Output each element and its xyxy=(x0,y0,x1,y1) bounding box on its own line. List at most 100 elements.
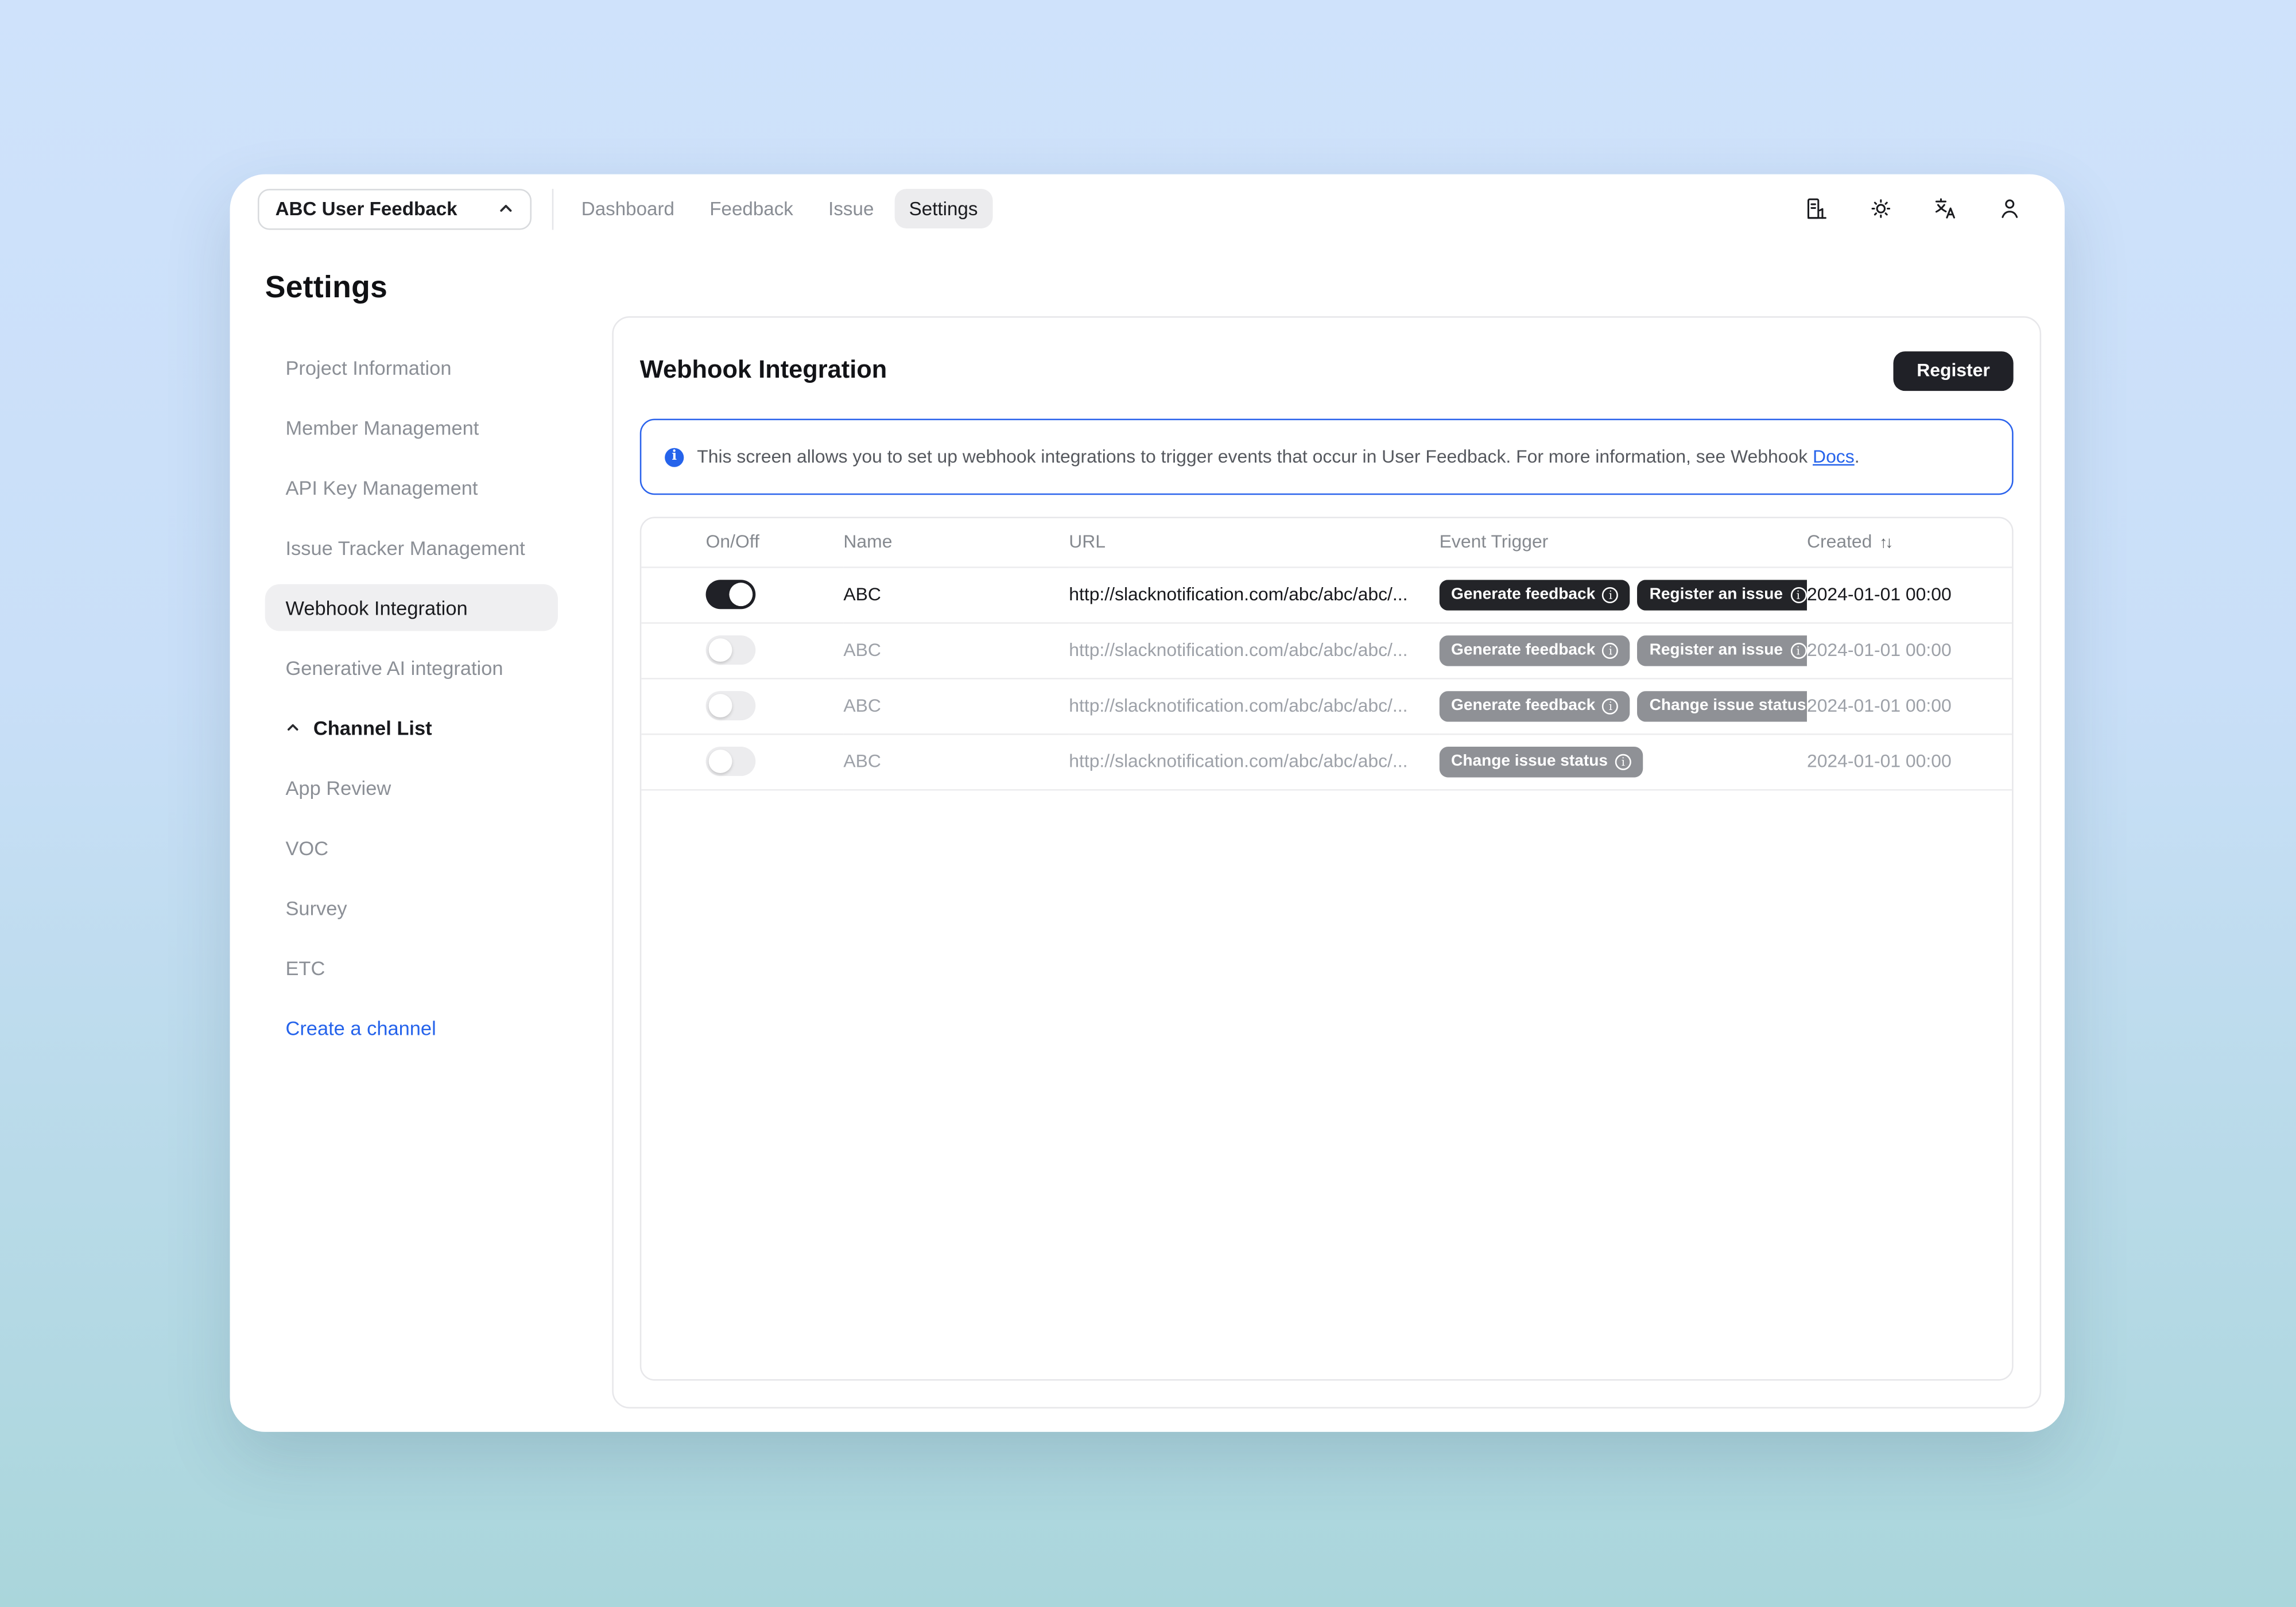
event-trigger-badge-label: Register an issue xyxy=(1650,641,1783,659)
webhook-row: ABChttp://slacknotification.com/abc/abc/… xyxy=(641,733,2012,789)
language-icon[interactable] xyxy=(1933,196,1957,221)
tab-settings[interactable]: Settings xyxy=(894,189,992,228)
sidebar-item-member-management[interactable]: Member Management xyxy=(265,404,558,451)
page-title: Settings xyxy=(265,271,2041,306)
event-trigger-badge-label: Change issue status xyxy=(1650,697,1806,715)
event-trigger-badge: Change issue statusi xyxy=(1638,690,1807,721)
name-cell: ABC xyxy=(843,733,1069,789)
settings-nav: Project Information Member Management API … xyxy=(265,344,558,1051)
event-badge-list: Generate feedback i Change issue statusi xyxy=(1440,690,1807,721)
column-header-name: Name xyxy=(843,518,1069,566)
event-trigger-cell: Generate feedback i Register an issue i xyxy=(1440,622,1807,678)
on-off-cell xyxy=(641,678,843,733)
event-trigger-badge: Change issue status i xyxy=(1440,746,1643,777)
webhook-enabled-toggle[interactable] xyxy=(706,747,756,776)
event-trigger-badge-label: Generate feedback xyxy=(1451,585,1595,603)
app-window: ABC User Feedback DashboardFeedbackIssue… xyxy=(230,174,2065,1432)
event-trigger-badge: Generate feedback i xyxy=(1440,635,1631,666)
office-building-icon[interactable] xyxy=(1804,196,1829,221)
webhook-row: ABChttp://slacknotification.com/abc/abc/… xyxy=(641,622,2012,678)
event-trigger-badge: Register an issue i xyxy=(1638,635,1807,666)
chevron-up-icon xyxy=(498,200,514,216)
on-off-cell xyxy=(641,566,843,622)
profile-icon[interactable] xyxy=(1998,196,2022,221)
create-channel-link[interactable]: Create a channel xyxy=(265,1004,558,1051)
event-trigger-badge-label: Register an issue xyxy=(1650,585,1783,603)
event-trigger-cell: Generate feedbackiRegister an issueiChan… xyxy=(1440,566,1807,622)
sidebar-item-api-key-management[interactable]: API Key Management xyxy=(265,464,558,511)
badge-info-icon[interactable]: i xyxy=(1603,587,1619,603)
name-cell: ABC xyxy=(843,678,1069,733)
webhook-table-body: ABChttp://slacknotification.com/abc/abc/… xyxy=(641,566,2012,789)
desktop-background: ABC User Feedback DashboardFeedbackIssue… xyxy=(0,0,2296,1607)
badge-info-icon[interactable]: i xyxy=(1790,587,1806,603)
column-header-created[interactable]: Created ↑↓ xyxy=(1807,518,2012,566)
tab-issue[interactable]: Issue xyxy=(814,189,889,228)
sidebar-item-app-review[interactable]: App Review xyxy=(265,764,558,812)
nav-tabs: DashboardFeedbackIssueSettings xyxy=(567,189,992,228)
webhook-table: On/Off Name URLEvent Trigger Created ↑↓ ABCh… xyxy=(640,517,2014,1381)
sort-up-down-icon[interactable]: ↑↓ xyxy=(1879,535,1891,553)
chevron-up-icon xyxy=(285,720,300,735)
column-header-label: Created xyxy=(1807,532,1872,553)
header-icon-group xyxy=(1804,196,2037,221)
event-trigger-cell: Generate feedback i Change issue statusi xyxy=(1440,678,1807,733)
badge-info-icon[interactable]: i xyxy=(1603,642,1619,658)
column-header-label: On/Off xyxy=(706,532,759,553)
url-cell: http://slacknotification.com/abc/abc/abc… xyxy=(1069,733,1439,789)
sidebar-item-webhook-integration[interactable]: Webhook Integration xyxy=(265,584,558,631)
sidebar-section-label: Channel List xyxy=(313,717,432,739)
sidebar-item-project-information[interactable]: Project Information xyxy=(265,344,558,391)
column-header-on-off: On/Off xyxy=(641,518,843,566)
info-icon: i xyxy=(665,447,684,466)
event-trigger-badge: Generate feedback i xyxy=(1440,579,1631,610)
event-badge-list: Change issue status i xyxy=(1440,746,1807,777)
webhook-enabled-toggle[interactable] xyxy=(706,691,756,720)
webhook-integration-panel: Webhook Integration Register i This scre… xyxy=(612,316,2041,1408)
event-trigger-badge: Generate feedback i xyxy=(1440,690,1631,721)
sidebar-item-survey[interactable]: Survey xyxy=(265,884,558,931)
tab-feedback[interactable]: Feedback xyxy=(695,189,808,228)
badge-info-icon[interactable]: i xyxy=(1790,642,1806,658)
toggle-knob xyxy=(729,583,753,606)
info-banner: i This screen allows you to set up webho… xyxy=(640,419,2014,495)
register-button[interactable]: Register xyxy=(1893,351,2013,390)
created-cell: 2024-01-01 00:00 xyxy=(1807,678,2012,733)
tab-dashboard[interactable]: Dashboard xyxy=(567,189,689,228)
toggle-knob xyxy=(709,694,732,717)
on-off-cell xyxy=(641,622,843,678)
webhook-row: ABChttp://slacknotification.com/abc/abc/… xyxy=(641,566,2012,622)
event-badge-list: Generate feedback i Register an issue i xyxy=(1440,635,1807,666)
event-trigger-badge-label: Generate feedback xyxy=(1451,697,1595,715)
docs-link[interactable]: Docs xyxy=(1813,447,1855,467)
webhook-enabled-toggle[interactable] xyxy=(706,580,756,609)
event-badge-list: Generate feedbackiRegister an issueiChan… xyxy=(1440,579,1807,610)
webhook-table-head-row: On/Off Name URLEvent Trigger Created ↑↓ xyxy=(641,518,2012,566)
column-header-label: Name xyxy=(843,532,892,553)
sidebar-item-generative-ai-integration[interactable]: Generative AI integration xyxy=(265,644,558,691)
column-header-url: URL xyxy=(1069,518,1439,566)
event-trigger-badge: Register an issue i xyxy=(1638,579,1807,610)
on-off-cell xyxy=(641,733,843,789)
column-header-event-trigger: Event Trigger xyxy=(1440,518,1807,566)
sidebar-item-issue-tracker-management[interactable]: Issue Tracker Management xyxy=(265,524,558,571)
event-trigger-badge-label: Generate feedback xyxy=(1451,641,1595,659)
column-header-label: Event Trigger xyxy=(1440,532,1549,553)
sidebar-section-channel-list[interactable]: Channel List xyxy=(265,704,558,751)
badge-info-icon[interactable]: i xyxy=(1603,698,1619,714)
theme-sun-icon[interactable] xyxy=(1868,196,1893,221)
project-selector[interactable]: ABC User Feedback xyxy=(258,188,532,229)
event-trigger-badge-label: Change issue status xyxy=(1451,752,1608,770)
panel-title: Webhook Integration xyxy=(640,356,887,385)
name-cell: ABC xyxy=(843,622,1069,678)
created-cell: 2024-01-01 00:00 xyxy=(1807,622,2012,678)
divider xyxy=(552,188,554,229)
top-bar: ABC User Feedback DashboardFeedbackIssue… xyxy=(230,174,2065,243)
project-selector-label: ABC User Feedback xyxy=(276,197,457,219)
sidebar-item-voc[interactable]: VOC xyxy=(265,824,558,871)
sidebar-item-etc[interactable]: ETC xyxy=(265,944,558,991)
toggle-knob xyxy=(709,750,732,773)
webhook-enabled-toggle[interactable] xyxy=(706,635,756,665)
badge-info-icon[interactable]: i xyxy=(1615,753,1631,769)
settings-page: Settings Project Information Member Manag… xyxy=(230,243,2065,1431)
